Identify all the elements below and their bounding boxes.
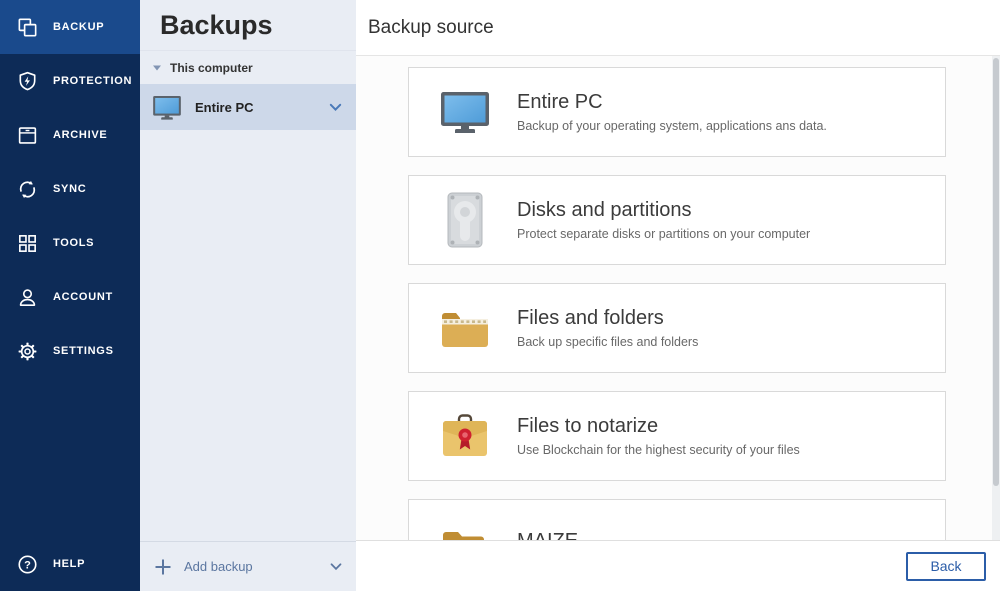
tools-grid-icon [15, 231, 39, 255]
vertical-scrollbar[interactable] [992, 56, 1000, 540]
add-backup-button[interactable]: Add backup [140, 541, 356, 591]
sidebar-item-sync[interactable]: SYNC [0, 162, 140, 216]
back-button[interactable]: Back [906, 552, 986, 581]
source-card-maize[interactable]: MAIZE [408, 499, 946, 540]
card-title: Entire PC [517, 91, 827, 114]
page-title: Backup source [368, 17, 494, 39]
backup-source-list: Entire PC Backup of your operating syste… [356, 56, 992, 540]
source-card-files-folders[interactable]: Files and folders Back up specific files… [408, 283, 946, 373]
chevron-down-icon[interactable] [329, 103, 342, 112]
plus-icon [154, 558, 172, 576]
svg-text:?: ? [24, 559, 31, 571]
sidebar-item-help[interactable]: ? HELP [0, 537, 140, 591]
sidebar-item-archive[interactable]: ARCHIVE [0, 108, 140, 162]
main-area: Backup source [356, 0, 1000, 591]
sidebar-item-account[interactable]: ACCOUNT [0, 270, 140, 324]
sidebar-item-label: ARCHIVE [53, 129, 107, 141]
scrollbar-thumb[interactable] [993, 58, 999, 486]
source-card-entire-pc[interactable]: Entire PC Backup of your operating syste… [408, 67, 946, 157]
collapse-triangle-icon [152, 64, 162, 72]
card-title: Files to notarize [517, 415, 800, 438]
sidebar-item-label: PROTECTION [53, 75, 132, 87]
folder-icon [437, 306, 493, 350]
sidebar-item-label: TOOLS [53, 237, 94, 249]
help-icon: ? [15, 552, 39, 576]
sidebar-item-protection[interactable]: PROTECTION [0, 54, 140, 108]
card-title: Disks and partitions [517, 199, 810, 222]
backup-copies-icon [15, 15, 39, 39]
group-label: This computer [170, 61, 253, 75]
monitor-icon [152, 94, 182, 121]
card-description: Use Blockchain for the highest security … [517, 443, 800, 457]
sidebar-item-tools[interactable]: TOOLS [0, 216, 140, 270]
card-description: Backup of your operating system, applica… [517, 119, 827, 133]
backup-item-label: Entire PC [195, 100, 254, 115]
person-icon [15, 285, 39, 309]
sidebar-item-label: ACCOUNT [53, 291, 113, 303]
hard-drive-icon [437, 190, 493, 250]
main-header: Backup source [356, 0, 1000, 56]
sidebar-item-label: HELP [53, 558, 85, 570]
source-card-files-to-notarize[interactable]: Files to notarize Use Blockchain for the… [408, 391, 946, 481]
sidebar-item-settings[interactable]: SETTINGS [0, 324, 140, 378]
backup-list-item-entire-pc[interactable]: Entire PC [140, 84, 356, 130]
notarized-briefcase-icon [437, 412, 493, 460]
card-title: Files and folders [517, 307, 698, 330]
sidebar-item-backup[interactable]: BACKUP [0, 0, 140, 54]
add-backup-label: Add backup [184, 559, 253, 574]
chevron-down-icon[interactable] [330, 563, 342, 571]
source-card-disks-partitions[interactable]: Disks and partitions Protect separate di… [408, 175, 946, 265]
sidebar-item-label: BACKUP [53, 21, 104, 33]
archive-box-icon [15, 123, 39, 147]
sidebar: BACKUP PROTECTION ARCHIVE [0, 0, 140, 591]
card-description: Back up specific files and folders [517, 335, 698, 349]
shield-icon [15, 69, 39, 93]
sidebar-item-label: SYNC [53, 183, 86, 195]
sidebar-item-label: SETTINGS [53, 345, 114, 357]
card-title: MAIZE [517, 530, 578, 540]
panel-title: Backups [140, 0, 356, 51]
bottom-action-bar: Back [356, 540, 1000, 591]
group-this-computer[interactable]: This computer [140, 61, 356, 75]
panel-spacer [140, 130, 356, 541]
folder-icon [437, 523, 493, 540]
backups-panel: Backups This computer Entire PC [140, 0, 356, 591]
monitor-icon [437, 89, 493, 135]
sync-arrows-icon [15, 177, 39, 201]
app-window: BACKUP PROTECTION ARCHIVE [0, 0, 1000, 591]
card-description: Protect separate disks or partitions on … [517, 227, 810, 241]
gear-icon [15, 339, 39, 363]
